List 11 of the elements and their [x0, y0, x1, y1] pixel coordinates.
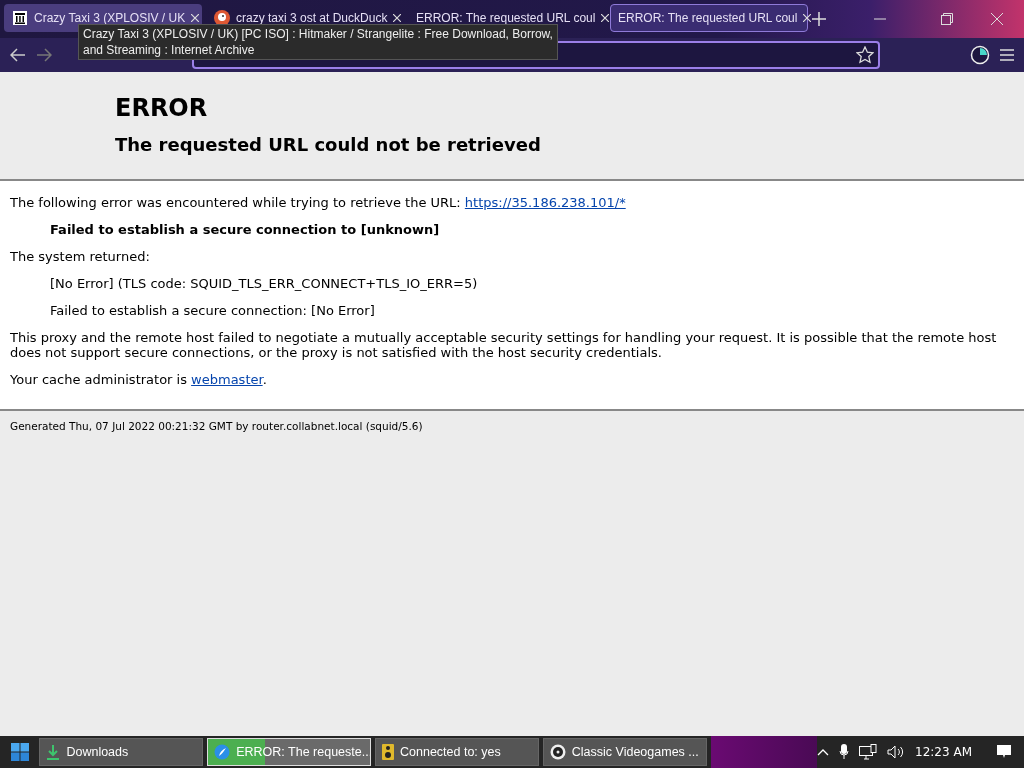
admin-text: Your cache administrator is webmaster. [10, 372, 268, 387]
error-heading: ERROR [115, 94, 209, 122]
footer-text: Generated Thu, 07 Jul 2022 00:21:32 GMT by router.collabnet.local (squid/5.6) [10, 420, 423, 432]
error-subheading: The requested URL could not be retrieved [115, 134, 542, 155]
explanation-text: This proxy and the remote host failed to negotiate a mutually acceptable security settings for handling your request. It is possible that the remote host does not support secure connections, or the proxy is not satisfied with the host security credentials. [10, 330, 998, 360]
error-detail: [No Error] (TLS code: SQUID_TLS_ERR_CONNECT+TLS_IO_ERR=5) [50, 276, 479, 291]
tooltip: Crazy Taxi 3 (XPLOSIV / UK) [PC ISO] : Hitmaker / Strangelite : Free Download, Borrow, and Streaming : Internet Archive [78, 24, 558, 60]
returned-label: The system returned: [10, 249, 151, 264]
error-detail: Failed to establish a secure connection: [No Error] [50, 303, 376, 318]
error-message: Failed to establish a secure connection to [unknown] [50, 222, 441, 237]
intro-text: The following error was encountered while trying to retrieve the URL: https://35.186.238.101/* [10, 195, 627, 210]
